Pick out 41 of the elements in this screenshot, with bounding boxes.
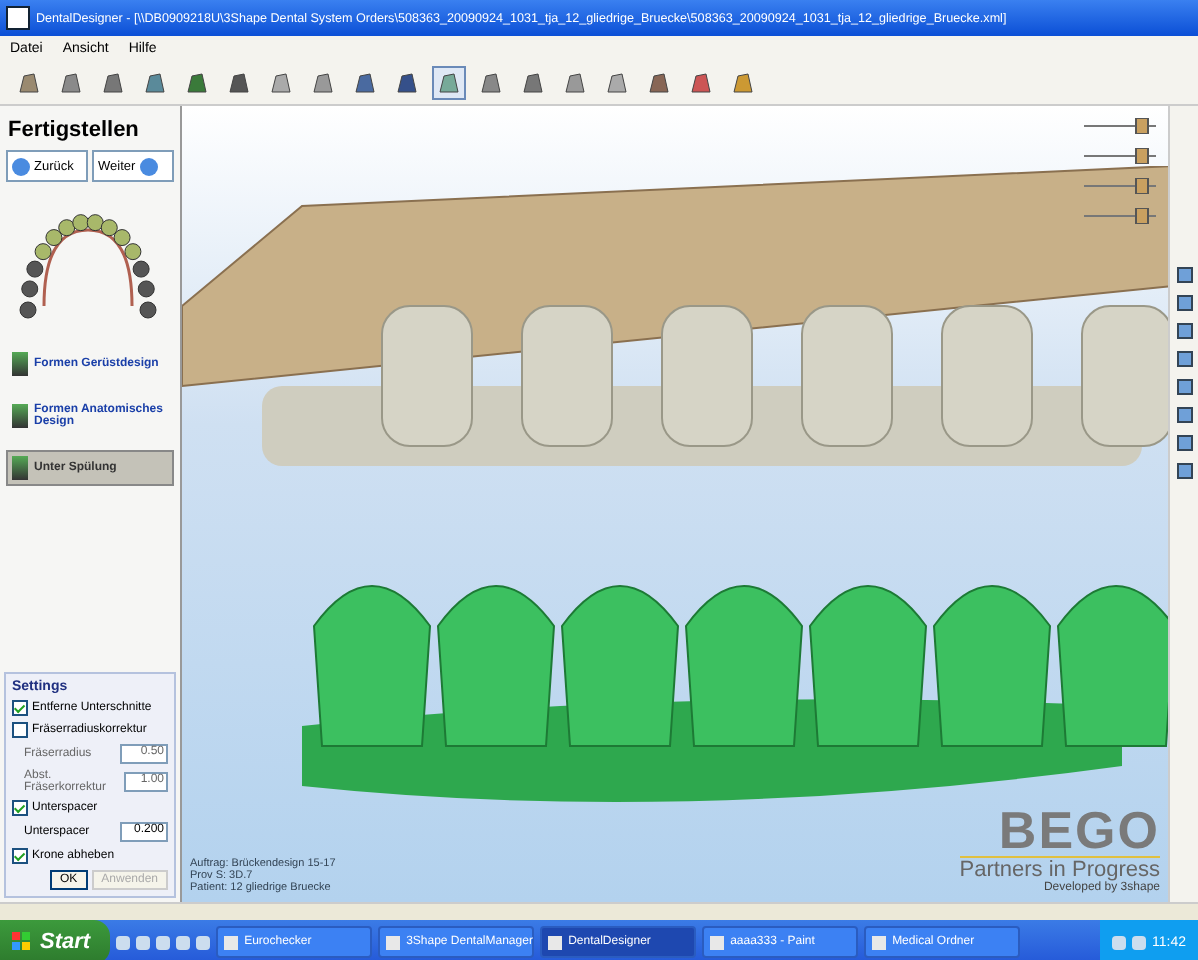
tool-icon (226, 69, 252, 95)
tool-icon (688, 69, 714, 95)
tool-icon (142, 69, 168, 95)
tool-icon (478, 69, 504, 95)
slider-icon[interactable] (1080, 208, 1160, 224)
tool-icon (562, 69, 588, 95)
app-icon (548, 935, 563, 949)
slider-icon[interactable] (1080, 118, 1160, 134)
slider-icon[interactable] (1080, 178, 1160, 194)
checkbox[interactable] (12, 700, 28, 716)
tool-icon (436, 69, 462, 95)
toolbar-button[interactable] (432, 65, 466, 99)
checkbox[interactable] (12, 722, 28, 738)
step-icon (12, 352, 28, 376)
tool-icon (646, 69, 672, 95)
tool-icon (100, 69, 126, 95)
app-icon (224, 935, 239, 949)
checkbox[interactable] (12, 848, 28, 864)
logo-text: BEGO (998, 804, 1160, 856)
tagline: Partners in Progress (959, 856, 1160, 882)
tool-icon (268, 69, 294, 95)
windows-logo-icon (12, 932, 32, 952)
tool-icon (520, 69, 546, 95)
panel-title: Fertigstellen (8, 118, 141, 142)
step-icon (12, 404, 28, 428)
tool-icon (604, 69, 630, 95)
app-icon (386, 935, 401, 949)
app-icon (710, 935, 725, 949)
tool-icon (310, 69, 336, 95)
tool-icon (394, 69, 420, 95)
step-icon (12, 456, 28, 480)
checkbox[interactable] (12, 800, 28, 816)
app-icon (6, 6, 30, 30)
tool-icon (730, 69, 756, 95)
tool-icon (352, 69, 378, 95)
tool-icon (16, 69, 42, 95)
tool-icon (184, 69, 210, 95)
app-icon (872, 935, 887, 949)
tool-icon (58, 69, 84, 95)
slider-icon[interactable] (1080, 148, 1160, 164)
start-button[interactable]: Start (0, 920, 111, 960)
